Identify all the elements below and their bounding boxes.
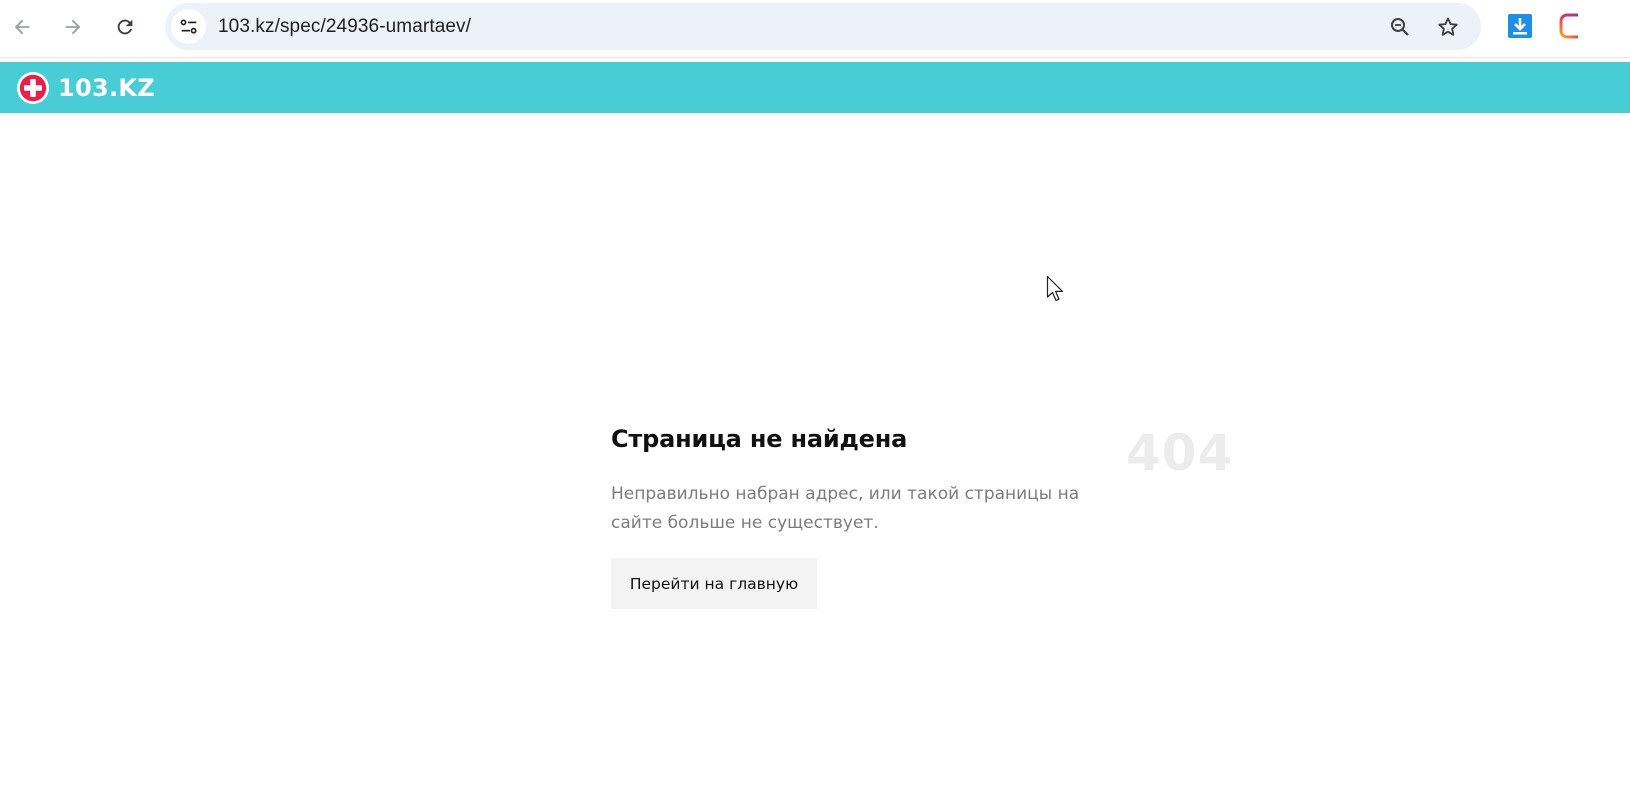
browser-toolbar: 103.kz/spec/24936-umartaev/ xyxy=(0,0,1630,58)
error-code: 404 xyxy=(1126,424,1234,482)
instagram-extension-icon[interactable] xyxy=(1558,12,1578,40)
address-bar[interactable]: 103.kz/spec/24936-umartaev/ xyxy=(165,3,1481,50)
page-title: Страница не найдена xyxy=(611,425,908,453)
zoom-out-icon[interactable] xyxy=(1383,10,1417,44)
back-arrow-icon[interactable] xyxy=(4,9,40,45)
site-logo[interactable]: 103.KZ xyxy=(16,71,155,105)
forward-arrow-icon[interactable] xyxy=(55,9,91,45)
error-description: Неправильно набран адрес, или такой стра… xyxy=(611,484,1080,533)
site-header: 103.KZ xyxy=(0,62,1630,113)
medical-cross-icon xyxy=(17,72,49,104)
mouse-cursor-icon xyxy=(1046,275,1064,302)
download-extension-icon[interactable] xyxy=(1506,12,1534,40)
site-settings-icon[interactable] xyxy=(171,9,206,44)
bookmark-star-icon[interactable] xyxy=(1431,10,1465,44)
logo-text: 103.KZ xyxy=(58,74,156,102)
url-text[interactable]: 103.kz/spec/24936-umartaev/ xyxy=(218,16,471,38)
go-home-button[interactable]: Перейти на главную xyxy=(611,558,817,609)
reload-icon[interactable] xyxy=(107,9,143,45)
